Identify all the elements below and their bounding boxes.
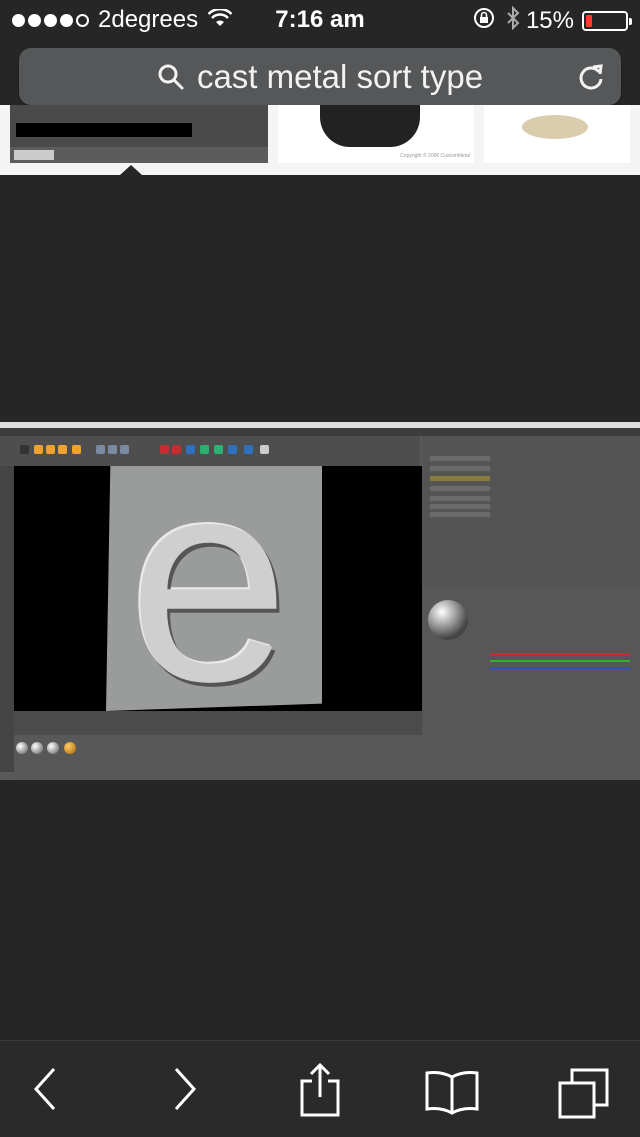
image-results-strip: Copyright © 2006 CustomMetal: [0, 105, 640, 175]
battery-icon: [582, 10, 632, 31]
bottom-toolbar: [0, 1040, 640, 1137]
selection-pointer: [120, 165, 142, 175]
rotation-lock-icon: [472, 6, 496, 35]
chevron-left-icon[interactable]: [30, 1065, 60, 1118]
book-icon[interactable]: [425, 1069, 479, 1120]
chevron-right-icon[interactable]: [170, 1065, 200, 1118]
search-query: cast metal sort type: [196, 57, 484, 95]
reload-icon[interactable]: [577, 61, 605, 96]
color-slider-red: [490, 653, 630, 655]
status-bar: 2degrees 7:16 am 15%: [0, 0, 640, 40]
material-ball: [47, 742, 59, 754]
image-object-manager: [422, 436, 640, 586]
color-slider-blue: [490, 667, 630, 669]
material-ball: [31, 742, 43, 754]
material-ball: [16, 742, 28, 754]
tabs-icon[interactable]: [556, 1067, 610, 1124]
thumbnail-image[interactable]: [484, 105, 630, 163]
address-bar[interactable]: cast metal sort type: [19, 48, 621, 105]
thumbnail-image[interactable]: [10, 105, 268, 163]
search-icon: [157, 63, 185, 91]
bluetooth-icon: [506, 5, 520, 35]
material-ball: [64, 742, 76, 754]
image-left-tools: [0, 466, 14, 772]
battery-percent: 15%: [525, 6, 574, 34]
metal-letter: e: [128, 418, 290, 742]
color-slider-green: [490, 660, 630, 662]
share-icon[interactable]: [300, 1062, 340, 1122]
thumbnail-image[interactable]: Copyright © 2006 CustomMetal: [278, 105, 474, 163]
image-app-menu: [0, 428, 640, 436]
thumbnail-caption: Copyright © 2006 CustomMetal: [400, 153, 470, 159]
material-preview-sphere: [428, 600, 468, 640]
